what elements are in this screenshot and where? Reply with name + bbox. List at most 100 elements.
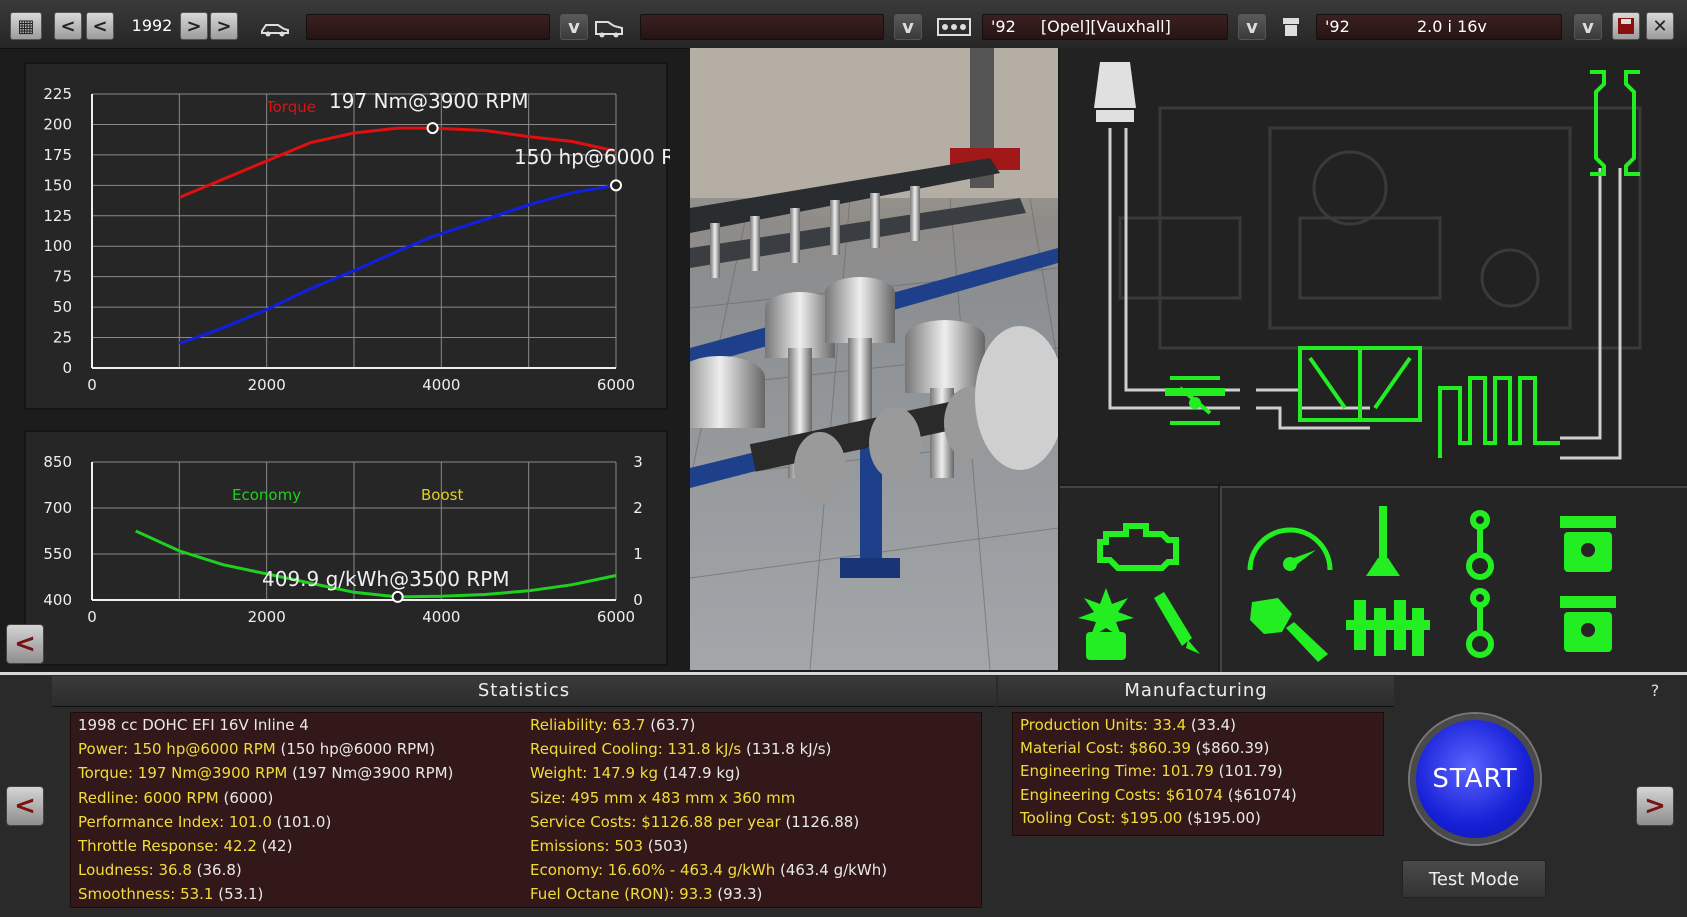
chevron-right-icon: >	[1644, 791, 1666, 821]
manufacturing-header: Manufacturing	[998, 676, 1394, 707]
manufacturing-row: Engineering Time: 101.79 (101.79)	[1020, 762, 1283, 780]
stat-right-value: Service Costs: $1126.88 per year	[530, 812, 781, 831]
economy-svg: 850700550400 3210 0 2000 4000 6000 Economy …	[43, 453, 643, 626]
variant-year: '92	[1325, 17, 1350, 36]
power-peak-annotation: 150 hp@6000 RPM	[514, 145, 670, 169]
start-button[interactable]: START	[1410, 714, 1540, 844]
economy-annotation: 409.9 g/kWh@3500 RPM	[262, 567, 510, 591]
x-tick-label: 0	[87, 608, 97, 626]
engine-variant-select[interactable]: '92 2.0 i 16v	[1316, 14, 1562, 40]
camshaft-icon[interactable]	[1362, 506, 1404, 584]
y-tick-label: 175	[43, 146, 72, 164]
close-button[interactable]: ✕	[1646, 12, 1674, 40]
year-back-fast-button[interactable]: <	[54, 12, 82, 40]
chevron-down-icon: v	[902, 16, 914, 38]
intake-exhaust-schematic	[1060, 48, 1687, 484]
save-icon	[1618, 18, 1634, 34]
y-tick-label: 700	[43, 499, 72, 517]
stat-left-row: Performance Index: 101.0 (101.0)	[78, 813, 331, 831]
y2-tick-label: 3	[633, 453, 643, 471]
trim-select[interactable]	[640, 14, 884, 40]
wrench-engine-icon[interactable]	[1242, 592, 1332, 666]
trim-dropdown-button[interactable]: v	[894, 14, 922, 40]
manufacturing-row: Production Units: 33.4 (33.4)	[1020, 716, 1236, 734]
statistics-header: Statistics	[52, 676, 996, 707]
save-button[interactable]	[1612, 12, 1640, 40]
manufacturing-value: Production Units: 33.4	[1020, 716, 1187, 734]
stat-right-reference: (131.8 kJ/s)	[741, 740, 832, 759]
ignition-icon[interactable]	[1076, 588, 1136, 666]
calendar-button[interactable]: ▦	[10, 12, 42, 40]
manufacturing-row: Tooling Cost: $195.00 ($195.00)	[1020, 809, 1261, 827]
stat-left-row: Redline: 6000 RPM (6000)	[78, 789, 273, 807]
piston-icon-bottom[interactable]	[1556, 596, 1620, 660]
boost-legend-label: Boost	[421, 486, 463, 504]
torque-power-svg: 2252001751501251007550250 0 2000 4000 6000 …	[43, 85, 670, 394]
engine-render	[690, 48, 1058, 670]
graph-collapse-button[interactable]: <	[6, 624, 44, 664]
engine-3d-viewport[interactable]	[690, 48, 1058, 670]
year-back-button[interactable]: <	[86, 12, 114, 40]
y-tick-label: 400	[43, 591, 72, 609]
next-page-button[interactable]: >	[1636, 786, 1674, 826]
variant-dropdown-button[interactable]: v	[1574, 14, 1602, 40]
family-year: '92	[991, 17, 1016, 36]
stat-right-value: Emissions: 503	[530, 837, 644, 855]
top-toolbar: ▦ < < 1992 > > v v '92 [Opel][Vauxhall] …	[0, 0, 1687, 49]
component-group-left	[1060, 486, 1218, 672]
test-mode-button[interactable]: Test Mode	[1402, 860, 1546, 898]
stat-left-value: Power: 150 hp@6000 RPM	[78, 740, 276, 759]
gauge-icon[interactable]	[1242, 510, 1338, 578]
engine-icon[interactable]	[1096, 516, 1182, 580]
stat-right-value: Fuel Octane (RON): 93.3	[530, 885, 713, 904]
stat-left-row: 1998 cc DOHC EFI 16V Inline 4	[78, 716, 309, 734]
help-button[interactable]: ?	[1630, 678, 1680, 704]
conrod-icon-top[interactable]	[1460, 510, 1500, 584]
year-forward-button[interactable]: >	[180, 12, 208, 40]
model-dropdown-button[interactable]: v	[560, 14, 588, 40]
stat-right-reference: (93.3)	[712, 885, 763, 904]
stat-right-row: Economy: 16.60% - 463.4 g/kWh (463.4 g/k…	[530, 861, 887, 879]
exhaust-outlet-right	[1624, 70, 1640, 176]
piston-icon	[1276, 14, 1306, 40]
y-tick-label: 25	[53, 329, 72, 347]
stat-left-value: Throttle Response: 42.2	[78, 837, 257, 855]
stat-left-reference: (197 Nm@3900 RPM)	[287, 764, 454, 783]
stat-right-reference: (1126.88)	[780, 812, 860, 831]
economy-legend-label: Economy	[232, 486, 301, 504]
crankshaft-icon[interactable]	[1346, 596, 1430, 660]
x-tick-label: 0	[87, 376, 97, 394]
torque-peak-annotation: 197 Nm@3900 RPM	[329, 89, 528, 113]
conrod-icon-bottom[interactable]	[1460, 588, 1500, 662]
stat-left-reference: (150 hp@6000 RPM)	[275, 740, 435, 759]
y2-tick-label: 1	[633, 545, 643, 563]
stat-left-value: Smoothness: 53.1	[78, 885, 214, 904]
manufacturing-row: Engineering Costs: $61074 ($61074)	[1020, 786, 1297, 804]
chevron-left-icon: <	[14, 629, 36, 659]
stat-right-value: Required Cooling: 131.8 kJ/s	[530, 740, 742, 759]
manufacturing-value: Material Cost: $860.39	[1020, 739, 1191, 758]
family-dropdown-button[interactable]: v	[1238, 14, 1266, 40]
stat-left-reference: (42)	[256, 837, 293, 855]
prev-page-button[interactable]: <	[6, 786, 44, 826]
fuel-injector-icon[interactable]	[1148, 592, 1204, 660]
stat-right-row: Weight: 147.9 kg (147.9 kg)	[530, 764, 740, 782]
stat-right-reference: (147.9 kg)	[658, 764, 741, 783]
schematic-svg	[1094, 62, 1642, 460]
y-tick-label: 50	[53, 298, 72, 316]
stat-right-value: Economy: 16.60% - 463.4 g/kWh	[530, 861, 776, 880]
stat-left-value: Loudness: 36.8	[78, 861, 192, 880]
stat-right-row: Service Costs: $1126.88 per year (1126.8…	[530, 813, 859, 831]
y-tick-label: 100	[43, 237, 72, 255]
car-trim-icon	[594, 14, 624, 40]
piston-icon-top[interactable]	[1556, 516, 1620, 580]
economy-min-point	[391, 590, 404, 603]
x-tick-label: 2000	[248, 608, 286, 626]
year-forward-fast-button[interactable]: >	[210, 12, 238, 40]
model-select[interactable]	[306, 14, 550, 40]
chevron-left-icon: <	[14, 791, 36, 821]
engine-family-select[interactable]: '92 [Opel][Vauxhall]	[982, 14, 1228, 40]
y-tick-label: 550	[43, 545, 72, 563]
stat-right-row: Size: 495 mm x 483 mm x 360 mm	[530, 789, 795, 807]
stat-left-reference: (101.0)	[271, 812, 332, 831]
